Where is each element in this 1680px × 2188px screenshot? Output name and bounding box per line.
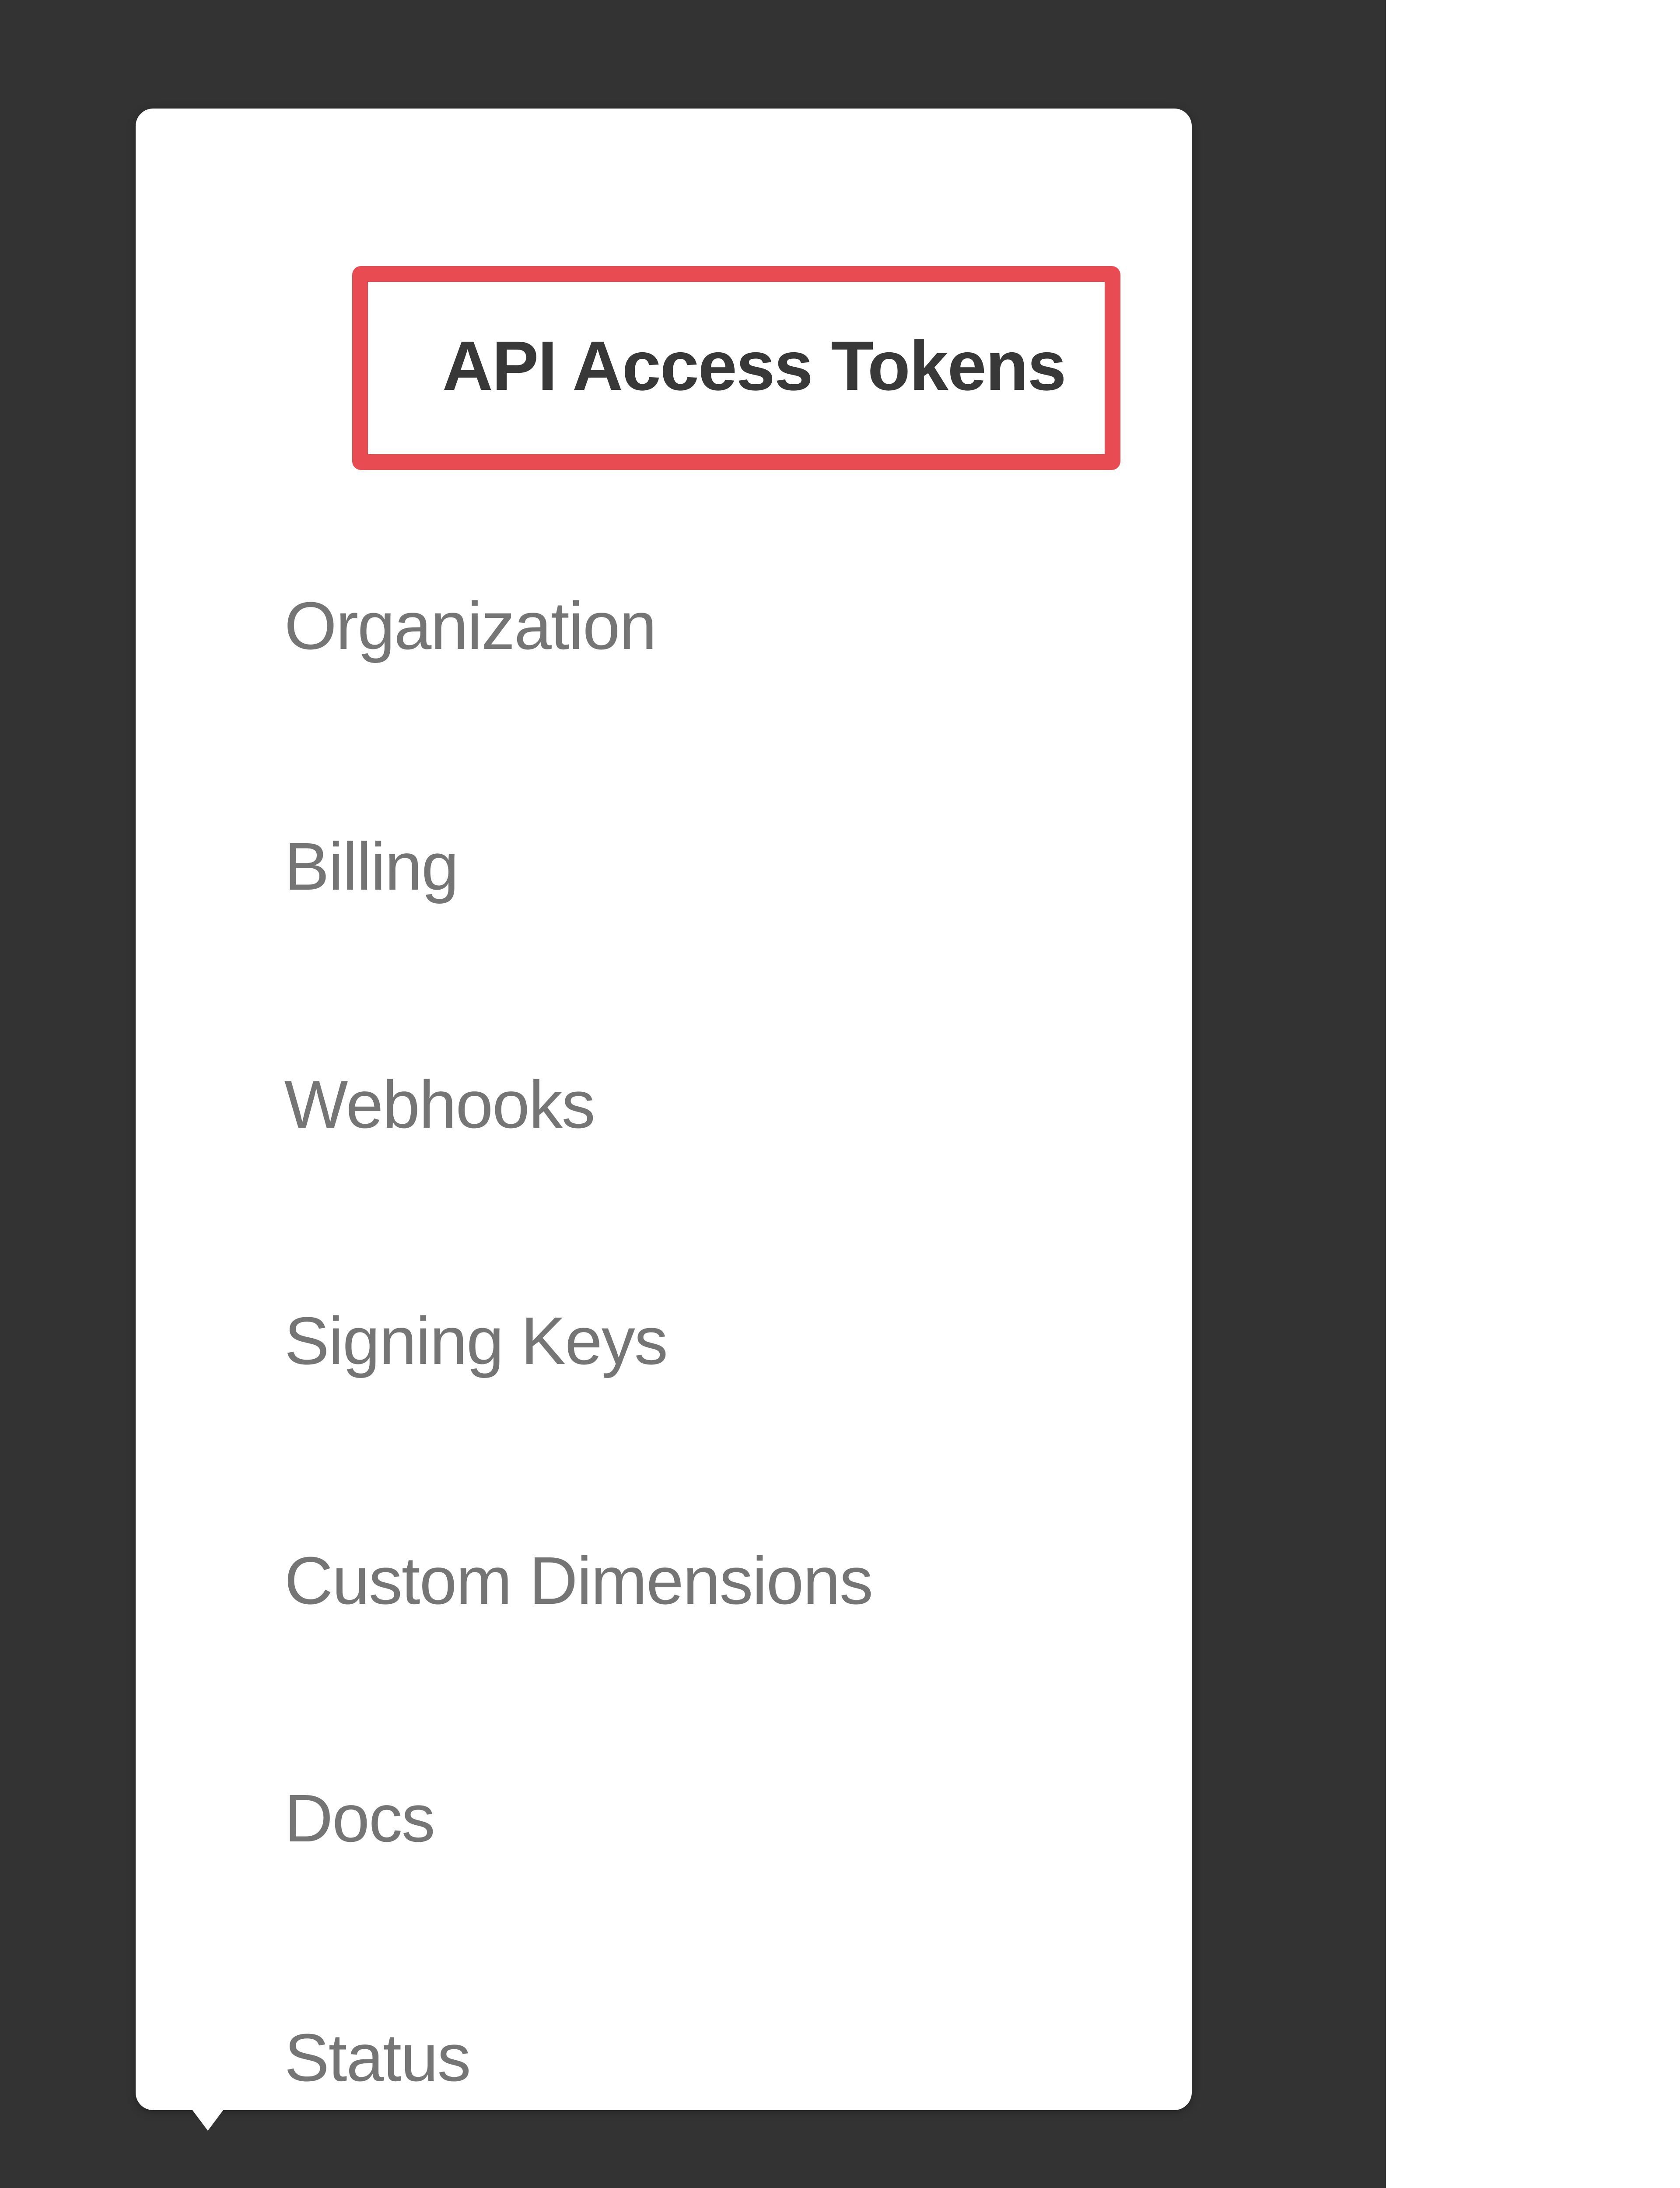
menu-item-webhooks[interactable]: Webhooks [284,1061,595,1148]
menu-item-label: Custom Dimensions [284,1542,872,1620]
menu-item-label: Billing [284,828,458,905]
menu-item-docs[interactable]: Docs [284,1774,434,1862]
menu-item-billing[interactable]: Billing [284,823,458,910]
menu-item-custom-dimensions[interactable]: Custom Dimensions [284,1537,872,1624]
menu-item-api-access-tokens[interactable]: API Access Tokens [352,266,1120,470]
menu-item-label: Organization [284,587,656,665]
settings-popup-menu: API Access Tokens Organization Billing W… [136,109,1192,2110]
menu-item-label: Webhooks [284,1066,595,1143]
sidebar-container: API Access Tokens Organization Billing W… [0,0,1386,2188]
menu-item-organization[interactable]: Organization [284,582,656,670]
menu-item-label: API Access Tokens [442,326,1065,405]
menu-item-status[interactable]: Status [284,2014,470,2101]
popup-pointer-icon [182,2096,234,2131]
menu-item-label: Status [284,2019,470,2097]
menu-item-signing-keys[interactable]: Signing Keys [284,1297,667,1385]
menu-item-label: Docs [284,1780,434,1857]
menu-item-label: Signing Keys [284,1302,667,1380]
